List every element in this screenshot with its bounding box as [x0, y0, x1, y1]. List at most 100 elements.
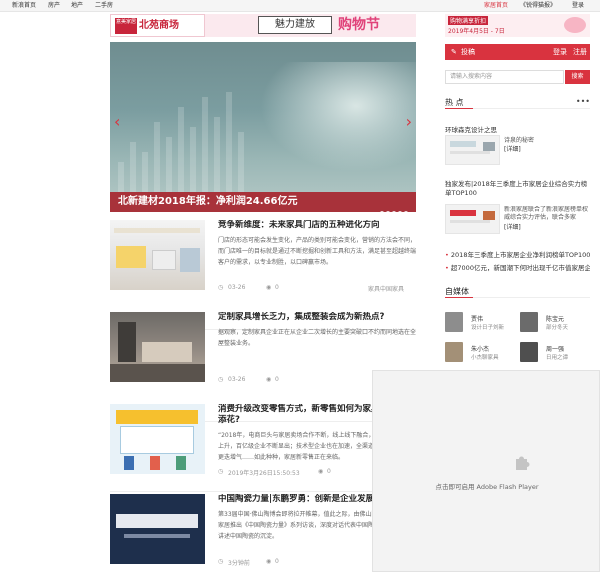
more-icon[interactable]: •••: [576, 97, 590, 106]
hot-section-title: 热 点 •••: [445, 97, 590, 109]
article-item: 消费升级改变零售方式，新零售如何为家具行业锦上添花? “2018年，电商巨头与家…: [110, 404, 416, 492]
clock-icon: ◷: [218, 376, 224, 383]
top-nav-item[interactable]: 房产: [48, 0, 60, 12]
hot-item-summary: 新浪家居联合了新浪家居榜单权威综合实力评估，联合多家: [504, 206, 589, 221]
author-name[interactable]: 周一强: [546, 344, 564, 353]
article-item: 中国陶瓷力量|东鹏罗勇：创新是企业发展的核心动力 第33届中国·佛山陶博会即将拉…: [110, 494, 416, 572]
headline-slider[interactable]: ‹ › 北新建材2018年报：净利润24.66亿元: [110, 42, 416, 212]
author-desc: 日用之谭: [546, 355, 569, 361]
article-desc: 据观察，定制家具企业正在从企业二次增长的主要突破口不约而同地选在全屋整装业务。: [218, 329, 416, 347]
top-nav-item[interactable]: 二手房: [95, 0, 113, 12]
views-icon: ◉: [266, 558, 272, 565]
hot-list-text[interactable]: 2018年三季度上市家居企业净利润榜单TOP100: [451, 251, 590, 259]
article-desc: 门店的形态可能会发生变化，产品的类别可能会变化，营销的方法会不同，而门店唯一的目…: [218, 237, 416, 266]
top-bar: 新浪首页 房产 地产 二手房 家居首页 《锐得猫报》 登录: [0, 0, 600, 12]
ad-banner[interactable]: 意美家居 北苑商场 魅力建放 购物节: [110, 14, 416, 37]
slider-image: [260, 62, 416, 172]
slider-dot[interactable]: [398, 211, 402, 212]
article-title[interactable]: 竞争新维度：未来家具门店的五种进化方向: [218, 220, 416, 231]
article-views: 0: [327, 468, 331, 475]
brand-logo: 意美家居: [115, 18, 137, 34]
article-views: 0: [275, 284, 279, 291]
media-author[interactable]: 陈宝元 部分冬天: [520, 312, 592, 334]
event-title: 购物节: [338, 17, 380, 33]
detail-link[interactable]: [详细]: [504, 224, 521, 232]
group-link[interactable]: 《锐得猫报》: [520, 0, 556, 12]
clock-icon: ◷: [218, 558, 224, 565]
edit-icon: ✎: [451, 48, 457, 56]
hot-list-text[interactable]: 超7000亿元，新国潮下何时出现千亿市值家居企业: [451, 264, 590, 272]
slider-dot[interactable]: [404, 211, 408, 212]
article-date: 3分钟前: [228, 560, 250, 567]
media-author[interactable]: 贾伟 设计日子刘新: [445, 312, 517, 334]
plugin-icon: [516, 456, 530, 470]
sidebar-login-button[interactable]: 登录: [553, 44, 567, 60]
views-icon: ◉: [318, 468, 324, 475]
shop-name: 北苑商场: [139, 20, 179, 31]
author-name[interactable]: 贾伟: [471, 314, 483, 323]
flower-icon: [564, 17, 586, 33]
home-link[interactable]: 家居首页: [484, 0, 508, 12]
top-nav-item[interactable]: 新浪首页: [12, 0, 36, 12]
hot-item-thumbnail[interactable]: [445, 204, 500, 234]
hot-title: 热 点: [445, 98, 464, 107]
author-desc: 设计日子刘新: [471, 325, 505, 331]
media-author[interactable]: 周一强 日用之谭: [520, 342, 592, 364]
author-desc: 部分冬天: [546, 325, 569, 331]
hot-list-item[interactable]: • 2018年三季度上市家居企业净利润榜单TOP100: [445, 249, 590, 259]
search-button[interactable]: 搜索: [565, 70, 590, 84]
article-date: 03-26: [228, 376, 246, 383]
ad-banner-left: 意美家居 北苑商场: [110, 14, 205, 37]
search-input[interactable]: 请输入搜索内容: [445, 70, 564, 84]
hot-item-title[interactable]: 环球森克设计之思: [445, 124, 497, 134]
slider-dot[interactable]: [380, 211, 384, 212]
chart-graphic: [118, 82, 268, 192]
article-views: 0: [275, 558, 279, 565]
article-date: 03-26: [228, 284, 246, 291]
article-source[interactable]: 家具中国家具: [368, 284, 404, 293]
media-author[interactable]: 朱小杰 小杰聊家具: [445, 342, 517, 364]
slider-caption[interactable]: 北新建材2018年报：净利润24.66亿元: [118, 192, 297, 212]
ad-banner-side[interactable]: 购物满享折扣 2019年4月5日 - 7日: [445, 14, 590, 37]
article-title[interactable]: 定制家具增长乏力，集成整装会成为新热点?: [218, 312, 416, 323]
slider-dot[interactable]: [392, 211, 396, 212]
slider-dots: [378, 200, 408, 212]
slider-prev-icon[interactable]: ‹: [114, 112, 120, 131]
register-button[interactable]: 注册: [573, 44, 587, 60]
article-thumbnail[interactable]: [110, 494, 205, 564]
author-name[interactable]: 朱小杰: [471, 344, 489, 353]
author-name[interactable]: 陈宝元: [546, 314, 564, 323]
views-icon: ◉: [266, 376, 272, 383]
clock-icon: ◷: [218, 284, 224, 291]
article-thumbnail[interactable]: [110, 404, 205, 474]
media-section-title: 自媒体: [445, 286, 590, 298]
hot-item-title[interactable]: 独家发布|2018年三季度上市家居企业综合实力榜单TOP100: [445, 180, 590, 198]
avatar[interactable]: [445, 342, 463, 362]
login-link[interactable]: 登录: [572, 0, 584, 12]
avatar[interactable]: [520, 312, 538, 332]
flash-message[interactable]: 点击即可启用 Adobe Flash Player: [373, 481, 600, 491]
views-icon: ◉: [266, 284, 272, 291]
side-date: 2019年4月5日 - 7日: [448, 28, 505, 35]
article-views: 0: [275, 376, 279, 383]
slider-next-icon[interactable]: ›: [406, 112, 412, 131]
top-nav-item[interactable]: 地产: [71, 0, 83, 12]
flash-player-placeholder[interactable]: 点击即可启用 Adobe Flash Player: [372, 370, 600, 572]
slider-dot[interactable]: [386, 211, 390, 212]
slider-caption-bar: 北新建材2018年报：净利润24.66亿元: [110, 192, 416, 212]
avatar[interactable]: [520, 342, 538, 362]
sidebar-header: ✎ 投稿 登录 注册: [445, 44, 590, 60]
article-thumbnail[interactable]: [110, 312, 205, 382]
media-title: 自媒体: [445, 287, 469, 296]
side-tag: 购物满享折扣: [448, 16, 489, 25]
clock-icon: ◷: [218, 468, 224, 475]
hot-list-item[interactable]: • 超7000亿元，新国潮下何时出现千亿市值家居企业: [445, 262, 590, 272]
article-date: 2019年3月26日15:50:53: [228, 470, 300, 477]
avatar[interactable]: [445, 312, 463, 332]
hot-item-summary: 诗泉的秘密: [504, 137, 535, 144]
detail-link[interactable]: [详细]: [504, 146, 521, 154]
author-desc: 小杰聊家具: [471, 355, 499, 361]
article-thumbnail[interactable]: [110, 220, 205, 290]
post-button[interactable]: 投稿: [461, 44, 475, 60]
hot-item-thumbnail[interactable]: [445, 135, 500, 165]
